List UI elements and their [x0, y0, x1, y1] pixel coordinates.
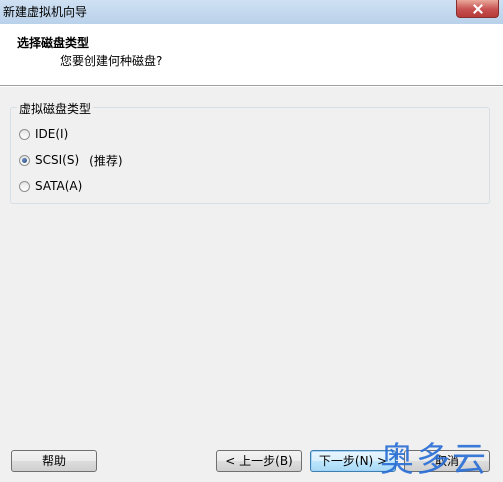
- disk-type-group-label: 虚拟磁盘类型: [17, 100, 94, 117]
- page-subtitle: 您要创建何种磁盘?: [60, 54, 163, 68]
- header-divider: [0, 86, 503, 87]
- sata-radio-label[interactable]: SATA(A): [35, 179, 82, 193]
- radio-option-ide[interactable]: IDE(I): [19, 126, 68, 142]
- back-button[interactable]: < 上一步(B): [216, 450, 302, 472]
- wizard-header: 选择磁盘类型 您要创建何种磁盘?: [0, 24, 503, 86]
- window-title: 新建虚拟机向导: [3, 5, 88, 19]
- help-button[interactable]: 帮助: [11, 450, 97, 472]
- new-vm-wizard-window: 新建虚拟机向导 选择磁盘类型 您要创建何种磁盘? 虚拟磁盘类型 IDE(I) S…: [0, 0, 503, 482]
- sata-radio-button[interactable]: [19, 180, 30, 192]
- scsi-radio-button[interactable]: [19, 154, 30, 166]
- scsi-radio-label[interactable]: SCSI(S): [35, 153, 79, 167]
- ide-radio-button[interactable]: [19, 128, 30, 140]
- radio-option-scsi[interactable]: SCSI(S) (推荐): [19, 152, 123, 168]
- next-button[interactable]: 下一步(N) >: [310, 450, 396, 472]
- title-bar[interactable]: 新建虚拟机向导: [0, 0, 503, 25]
- page-title: 选择磁盘类型: [17, 36, 90, 50]
- cancel-button[interactable]: 取消: [404, 450, 490, 472]
- recommended-note: (推荐): [89, 153, 123, 168]
- radio-option-sata[interactable]: SATA(A): [19, 178, 82, 194]
- close-icon: [457, 0, 498, 17]
- close-button[interactable]: [456, 0, 499, 18]
- ide-radio-label[interactable]: IDE(I): [35, 127, 68, 141]
